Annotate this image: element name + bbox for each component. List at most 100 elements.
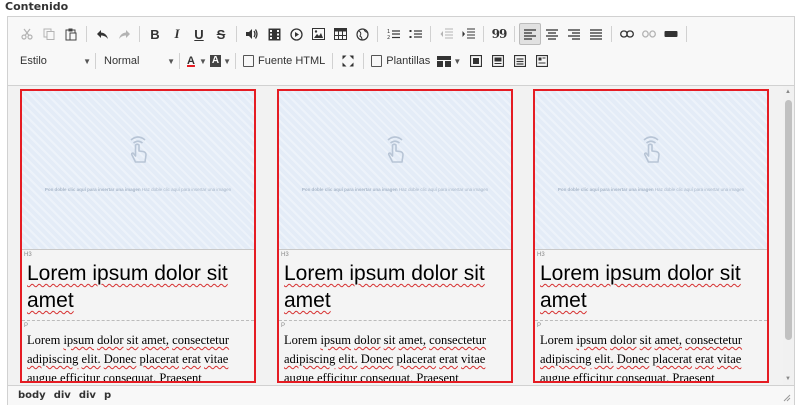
table-icon[interactable] [329, 23, 351, 45]
toolbar-separator [430, 26, 431, 42]
card-block-icon[interactable] [487, 50, 509, 72]
path-item-div[interactable]: div [54, 390, 71, 401]
undo-icon[interactable] [91, 23, 113, 45]
scrollbar-thumb[interactable] [785, 100, 792, 340]
numbered-list-icon[interactable]: 12 [382, 23, 404, 45]
text-color-icon: A [187, 55, 195, 67]
toolbar-separator [95, 53, 96, 69]
chevron-down-icon: ▼ [167, 56, 175, 66]
content-card[interactable]: Pon doble clic aquí para insertar una im… [533, 89, 769, 383]
redo-icon[interactable] [113, 23, 135, 45]
scroll-up-arrow-icon[interactable]: ▲ [785, 89, 791, 95]
image-caption-right: Haz doble clic aquí para insertar una im… [654, 187, 745, 192]
path-item-div[interactable]: div [79, 390, 96, 401]
toolbar-separator [235, 53, 237, 69]
toolbar-separator [611, 26, 612, 42]
paste-icon[interactable] [60, 23, 82, 45]
content-card[interactable]: Pon doble clic aquí para insertar una im… [20, 89, 256, 383]
image-placeholder-caption: Pon doble clic aquí para insertar una im… [535, 187, 767, 193]
outdent-icon[interactable] [435, 23, 457, 45]
text-block-icon[interactable] [509, 50, 531, 72]
blockquote-button[interactable]: 99 [488, 23, 510, 45]
card-heading-block[interactable]: H3 Lorem ipsum dolor sit amet [535, 251, 767, 321]
scroll-down-arrow-icon[interactable]: ▼ [785, 376, 791, 382]
toolbar-row-2: Estilo ▼ Normal ▼ A ▼ A ▼ Fuente HTML Pl… [16, 50, 553, 72]
card-paragraph-block[interactable]: P Lorem ipsum dolor sit amet, consectetu… [279, 323, 511, 383]
path-item-body[interactable]: body [18, 390, 46, 401]
tap-hand-icon [130, 136, 147, 163]
h3-tag: H3 [24, 252, 32, 258]
media-block-icon[interactable] [531, 50, 553, 72]
image-icon[interactable] [307, 23, 329, 45]
templates-label: Plantillas [386, 55, 431, 67]
unlink-icon[interactable] [638, 23, 660, 45]
card-paragraph-block[interactable]: P Lorem ipsum dolor sit amet, consectetu… [22, 323, 254, 383]
templates-button[interactable]: Plantillas [368, 50, 433, 72]
toolbar-separator [686, 26, 687, 42]
card-heading: Lorem ipsum dolor sit amet [284, 262, 485, 312]
align-left-icon[interactable] [519, 23, 541, 45]
rich-text-editor: B I U S 12 99 Estilo ▼ Normal ▼ A ▼ A ▼ … [7, 16, 795, 405]
card-heading-block[interactable]: H3 Lorem ipsum dolor sit amet [279, 251, 511, 321]
chevron-down-icon: ▼ [198, 56, 207, 66]
card-paragraph-block[interactable]: P Lorem ipsum dolor sit amet, consectetu… [535, 323, 767, 383]
h3-tag: H3 [537, 252, 545, 258]
tap-hand-icon [643, 136, 660, 163]
source-html-label: Fuente HTML [258, 55, 326, 67]
source-html-button[interactable]: Fuente HTML [240, 50, 328, 72]
audio-icon[interactable] [241, 23, 263, 45]
source-icon [243, 55, 255, 67]
toolbar-separator [86, 26, 87, 42]
style-combo-label: Estilo [20, 55, 47, 67]
cut-icon[interactable] [16, 23, 38, 45]
layout-blocks-button[interactable]: ▼ [437, 50, 461, 72]
text-color-button[interactable]: A ▼ [184, 50, 207, 72]
indent-icon[interactable] [457, 23, 479, 45]
chevron-down-icon: ▼ [453, 56, 462, 66]
toolbar-separator [179, 53, 180, 69]
card-paragraph: Lorem ipsum dolor sit amet, consectetur … [284, 333, 487, 383]
copy-icon[interactable] [38, 23, 60, 45]
image-placeholder[interactable]: Pon doble clic aquí para insertar una im… [535, 91, 767, 250]
card-paragraph: Lorem ipsum dolor sit amet, consectetur … [540, 333, 743, 383]
resize-handle-icon[interactable] [783, 394, 791, 402]
globe-icon[interactable] [351, 23, 373, 45]
link-icon[interactable] [616, 23, 638, 45]
format-combo[interactable]: Normal ▼ [100, 50, 175, 72]
chevron-down-icon: ▼ [223, 56, 232, 66]
path-item-p[interactable]: p [104, 390, 111, 401]
align-center-icon[interactable] [541, 23, 563, 45]
strikethrough-button[interactable]: S [210, 23, 232, 45]
format-combo-label: Normal [104, 55, 140, 67]
card-paragraph: Lorem ipsum dolor sit amet, consectetur … [27, 333, 230, 383]
toolbar-separator [483, 26, 484, 42]
justify-icon[interactable] [585, 23, 607, 45]
maximize-icon[interactable] [337, 50, 359, 72]
toolbar-separator [236, 26, 237, 42]
italic-button[interactable]: I [166, 23, 188, 45]
chevron-down-icon: ▼ [83, 56, 91, 66]
card-heading-block[interactable]: H3 Lorem ipsum dolor sit amet [22, 251, 254, 321]
image-placeholder[interactable]: Pon doble clic aquí para insertar una im… [22, 91, 254, 250]
background-color-button[interactable]: A ▼ [209, 50, 232, 72]
align-right-icon[interactable] [563, 23, 585, 45]
vertical-scrollbar[interactable]: ▲ ▼ [783, 86, 794, 385]
image-placeholder[interactable]: Pon doble clic aquí para insertar una im… [279, 91, 511, 250]
play-icon[interactable] [285, 23, 307, 45]
video-icon[interactable] [263, 23, 285, 45]
bulleted-list-icon[interactable] [404, 23, 426, 45]
image-placeholder-caption: Pon doble clic aquí para insertar una im… [279, 187, 511, 193]
p-tag: P [281, 323, 286, 329]
style-combo[interactable]: Estilo ▼ [16, 50, 91, 72]
svg-text:2: 2 [387, 35, 390, 40]
editor-content-area[interactable]: Pon doble clic aquí para insertar una im… [8, 86, 783, 385]
editor-toolbar: B I U S 12 99 Estilo ▼ Normal ▼ A ▼ A ▼ … [8, 17, 794, 86]
bold-button[interactable]: B [144, 23, 166, 45]
content-card[interactable]: Pon doble clic aquí para insertar una im… [277, 89, 513, 383]
card-heading: Lorem ipsum dolor sit amet [27, 262, 228, 312]
underline-button[interactable]: U [188, 23, 210, 45]
toolbar-separator [332, 53, 334, 69]
tap-hand-icon [387, 136, 404, 163]
horizontal-rule-icon[interactable] [660, 23, 682, 45]
image-block-icon[interactable] [465, 50, 487, 72]
